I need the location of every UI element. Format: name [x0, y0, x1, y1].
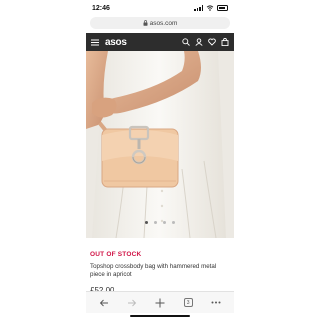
tabs-count: 3 — [186, 299, 190, 306]
status-time: 12:46 — [92, 4, 110, 12]
product-image[interactable] — [86, 51, 234, 238]
browser-toolbar: 3 — [86, 291, 234, 313]
carousel-dot[interactable] — [145, 221, 148, 224]
status-bar: 12:46 — [86, 2, 234, 14]
home-indicator — [130, 315, 190, 317]
back-arrow-icon[interactable] — [99, 299, 109, 307]
carousel-dots — [86, 221, 234, 224]
site-header: asos — [86, 33, 234, 51]
url-bar[interactable]: asos.com — [90, 17, 230, 29]
wifi-icon — [206, 5, 214, 11]
asos-logo[interactable]: asos — [105, 37, 127, 48]
bag-icon[interactable] — [221, 38, 229, 46]
header-icons — [182, 38, 229, 46]
heart-icon[interactable] — [208, 38, 216, 46]
battery-icon — [217, 5, 228, 11]
status-indicators — [194, 5, 228, 11]
more-options-icon[interactable] — [211, 301, 221, 304]
carousel-dot[interactable] — [172, 221, 175, 224]
search-icon[interactable] — [182, 38, 190, 46]
lock-icon — [143, 20, 148, 26]
url-text: asos.com — [149, 19, 178, 27]
forward-arrow-icon[interactable] — [127, 299, 137, 307]
carousel-dot[interactable] — [154, 221, 157, 224]
product-photo — [86, 51, 234, 238]
account-icon[interactable] — [195, 38, 203, 46]
carousel-dot[interactable] — [163, 221, 166, 224]
product-title: Topshop crossbody bag with hammered meta… — [90, 263, 217, 278]
signal-icon — [194, 5, 203, 11]
stock-status: OUT OF STOCK — [90, 251, 142, 258]
menu-icon[interactable] — [91, 39, 99, 46]
tabs-count-button[interactable]: 3 — [183, 298, 193, 307]
new-tab-plus-icon[interactable] — [155, 298, 165, 308]
